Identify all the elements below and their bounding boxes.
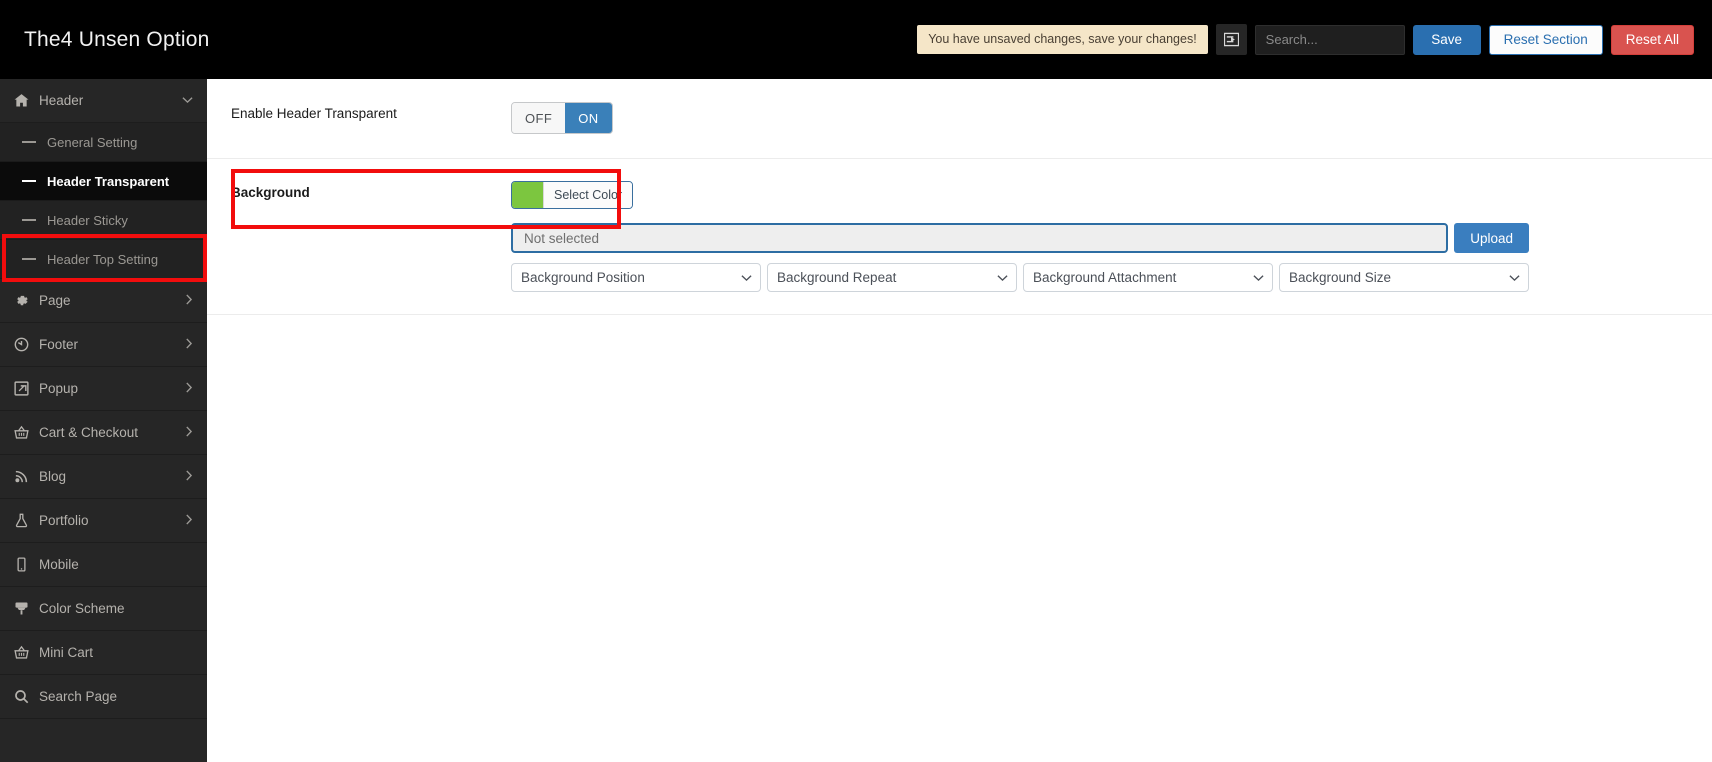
sidebar-item-header-top-setting[interactable]: Header Top Setting (0, 240, 207, 279)
background-repeat-select[interactable]: Background Repeat (767, 263, 1017, 292)
chevron-right-icon (185, 469, 193, 484)
app-body: Header General Setting Header Transparen… (0, 79, 1712, 762)
sidebar-item-portfolio[interactable]: Portfolio (0, 499, 207, 543)
background-controls-group: Select Color Upload Background Position (511, 181, 1529, 292)
background-color-picker[interactable]: Select Color (511, 181, 634, 209)
field-control: Select Color Upload Background Position (511, 181, 1692, 292)
sidebar-item-header[interactable]: Header (0, 79, 207, 123)
chevron-right-icon (185, 293, 193, 308)
background-position-wrap: Background Position (511, 263, 761, 292)
field-label: Enable Header Transparent (231, 106, 397, 121)
sidebar-item-mobile[interactable]: Mobile (0, 543, 207, 587)
chevron-down-icon (182, 95, 193, 107)
search-input[interactable] (1254, 24, 1405, 55)
toggle-off-option[interactable]: OFF (512, 103, 566, 133)
page-title: The4 Unsen Option (24, 27, 210, 51)
background-repeat-wrap: Background Repeat (767, 263, 1017, 292)
basket-icon (14, 425, 34, 440)
sidebar-item-label: General Setting (47, 134, 138, 150)
toggle-on-option[interactable]: ON (565, 103, 612, 133)
sidebar-item-cart-checkout[interactable]: Cart & Checkout (0, 411, 207, 455)
sidebar-item-label: Header (39, 93, 84, 108)
field-enable-header-transparent: Enable Header Transparent OFF ON (207, 79, 1712, 159)
search-icon (14, 689, 34, 704)
sidebar-item-search-page[interactable]: Search Page (0, 675, 207, 719)
background-select-row: Background Position Background Repeat Ba… (511, 263, 1529, 292)
sidebar-item-label: Blog (39, 469, 67, 484)
basket-icon (14, 645, 34, 660)
sidebar-item-label: Popup (39, 381, 79, 396)
sidebar-item-label: Mobile (39, 557, 79, 572)
upload-button[interactable]: Upload (1454, 223, 1529, 253)
sidebar-item-mini-cart[interactable]: Mini Cart (0, 631, 207, 675)
sidebar-item-label: Page (39, 293, 71, 308)
sidebar-item-label: Mini Cart (39, 645, 94, 660)
options-panel: Enable Header Transparent OFF ON Backgro… (207, 79, 1712, 762)
sidebar-item-label: Footer (39, 337, 79, 352)
sidebar-item-label: Header Top Setting (47, 251, 159, 267)
background-attachment-select[interactable]: Background Attachment (1023, 263, 1273, 292)
top-bar-actions: You have unsaved changes, save your chan… (917, 24, 1694, 55)
dash-icon (22, 219, 36, 221)
dash-icon (22, 180, 36, 182)
save-button[interactable]: Save (1412, 24, 1481, 55)
reset-section-button[interactable]: Reset Section (1488, 24, 1603, 55)
sidebar-item-page[interactable]: Page (0, 279, 207, 323)
flask-icon (14, 513, 34, 528)
field-control: OFF ON (511, 102, 1692, 134)
external-link-icon (14, 381, 34, 396)
sidebar-item-header-sticky[interactable]: Header Sticky (0, 201, 207, 240)
sidebar-item-label: Cart & Checkout (39, 425, 139, 440)
panel-collapse-icon[interactable] (1215, 24, 1247, 55)
sidebar-item-label: Header Transparent (47, 173, 170, 189)
chevron-right-icon (185, 425, 193, 440)
sidebar-item-label: Search Page (39, 689, 118, 704)
gear-icon (14, 293, 34, 308)
sidebar-item-label: Header Sticky (47, 212, 128, 228)
background-position-select[interactable]: Background Position (511, 263, 761, 292)
rss-icon (14, 469, 34, 484)
sidebar-item-header-transparent[interactable]: Header Transparent (0, 162, 207, 201)
chevron-right-icon (185, 337, 193, 352)
unsaved-changes-notice: You have unsaved changes, save your chan… (917, 24, 1208, 55)
background-media-row: Upload (511, 223, 1529, 253)
paint-brush-icon (14, 601, 34, 616)
sidebar-item-label: Color Scheme (39, 601, 125, 616)
field-background: Background Select Color Upload (207, 159, 1712, 315)
dash-icon (22, 258, 36, 260)
background-size-wrap: Background Size (1279, 263, 1529, 292)
background-attachment-wrap: Background Attachment (1023, 263, 1273, 292)
select-color-label: Select Color (543, 182, 633, 208)
chevron-right-icon (185, 381, 193, 396)
background-size-select[interactable]: Background Size (1279, 263, 1529, 292)
reset-all-button[interactable]: Reset All (1610, 24, 1694, 55)
sidebar-item-popup[interactable]: Popup (0, 367, 207, 411)
dash-icon (22, 141, 36, 143)
sidebar-item-color-scheme[interactable]: Color Scheme (0, 587, 207, 631)
sidebar-item-blog[interactable]: Blog (0, 455, 207, 499)
sidebar-item-general-setting[interactable]: General Setting (0, 123, 207, 162)
background-image-input[interactable] (511, 223, 1449, 253)
chevron-right-icon (185, 513, 193, 528)
color-swatch[interactable] (512, 182, 543, 208)
enable-header-transparent-toggle[interactable]: OFF ON (511, 102, 613, 134)
sidebar-item-label: Portfolio (39, 513, 89, 528)
top-bar: The4 Unsen Option You have unsaved chang… (0, 0, 1712, 79)
redux-options-app: The4 Unsen Option You have unsaved chang… (0, 0, 1712, 762)
panel-collapse-glyph (1223, 32, 1239, 47)
sidebar-item-footer[interactable]: Footer (0, 323, 207, 367)
home-icon (14, 93, 34, 108)
clock-reverse-icon (14, 337, 34, 352)
field-label: Background (231, 185, 310, 200)
mobile-icon (14, 557, 34, 572)
sidebar-nav: Header General Setting Header Transparen… (0, 79, 207, 762)
